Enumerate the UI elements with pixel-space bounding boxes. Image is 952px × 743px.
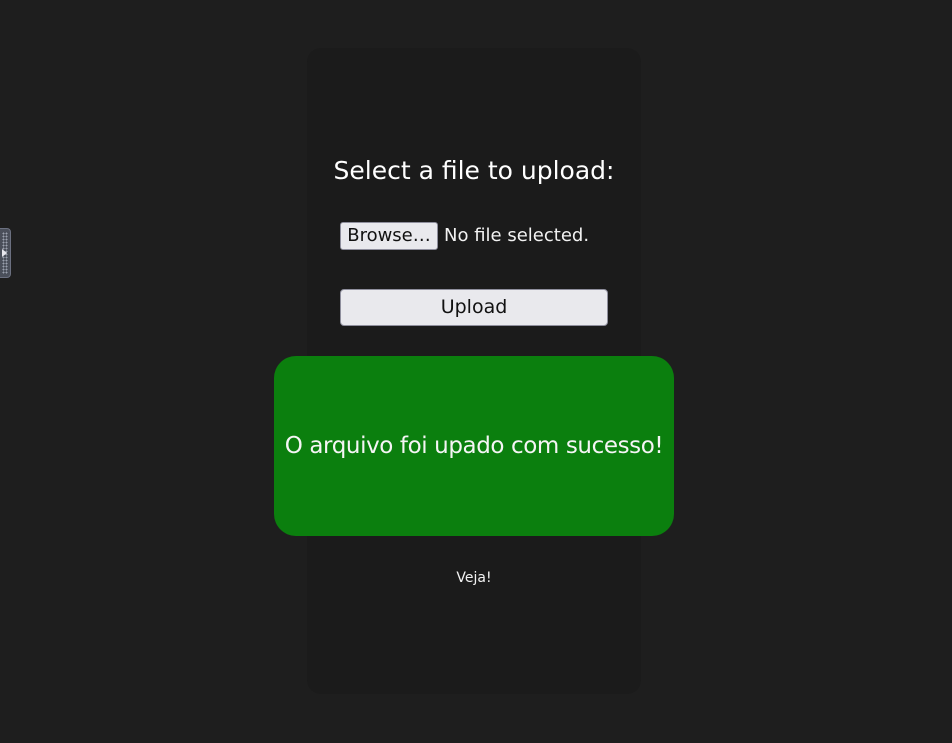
file-status-text: No file selected. [444,225,590,246]
view-link[interactable]: Veja! [307,570,641,586]
file-input[interactable]: Browse… No file selected. [340,221,589,250]
browse-button[interactable]: Browse… [340,221,438,250]
success-message: O arquivo foi upado com sucesso! [284,433,664,459]
side-panel-toggle[interactable] [0,228,11,278]
chevron-right-icon [2,249,7,257]
upload-button[interactable]: Upload [340,289,608,326]
upload-title: Select a file to upload: [333,156,615,185]
success-banner: O arquivo foi upado com sucesso! [274,356,674,536]
page: Select a file to upload: Browse… No file… [0,0,952,743]
